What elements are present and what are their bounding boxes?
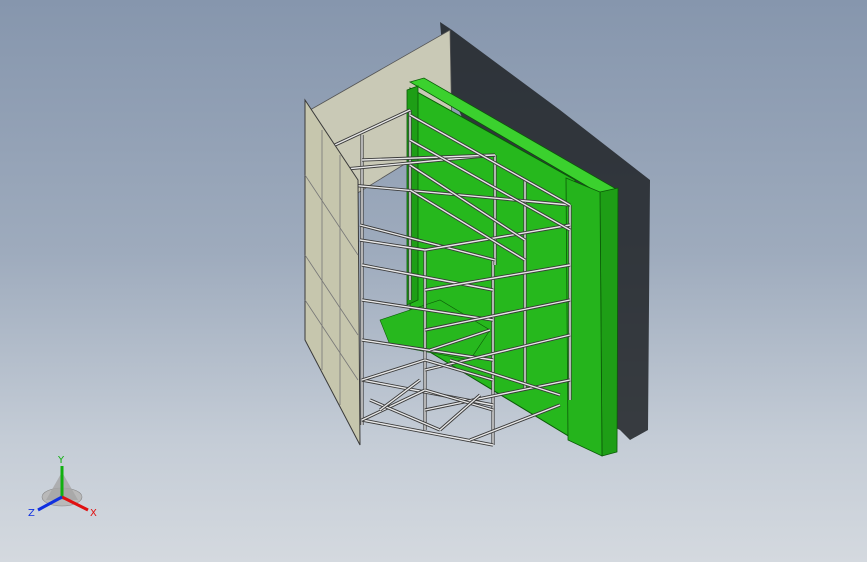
green-post-right bbox=[599, 187, 619, 457]
graphics-viewport[interactable]: Y X Z bbox=[0, 0, 867, 562]
frame-tube[interactable] bbox=[361, 389, 426, 421]
frame-tube[interactable] bbox=[369, 399, 441, 431]
view-orientation-triad: Y X Z bbox=[28, 455, 97, 519]
model-scene[interactable]: Y X Z bbox=[0, 0, 867, 562]
triad-z-label: Z bbox=[28, 508, 35, 519]
triad-y-label: Y bbox=[57, 455, 65, 466]
triad-x-label: X bbox=[90, 508, 97, 519]
frame-tube[interactable] bbox=[361, 359, 426, 381]
